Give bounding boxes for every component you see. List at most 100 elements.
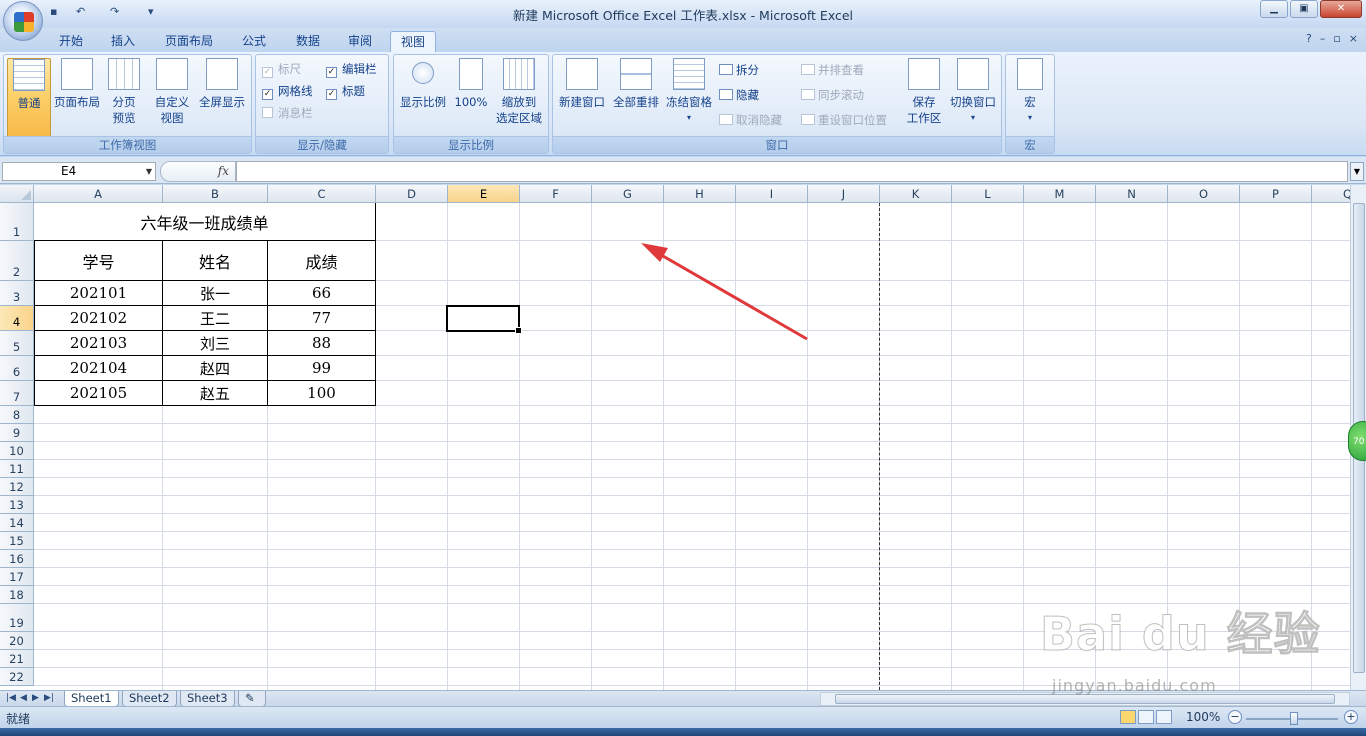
table-cell[interactable]: 赵四	[163, 356, 268, 381]
page-break-shortcut-icon[interactable]	[1156, 710, 1172, 724]
row-header-13[interactable]: 13	[0, 496, 34, 514]
column-header-f[interactable]: F	[520, 185, 592, 203]
tab-page-layout[interactable]: 页面布局	[158, 31, 220, 52]
zoom-out-button[interactable]: −	[1228, 710, 1242, 724]
formula-input[interactable]	[236, 161, 1348, 182]
sync-scroll-button[interactable]: 同步滚动	[801, 86, 864, 104]
column-header-p[interactable]: P	[1240, 185, 1312, 203]
table-cell[interactable]: 王二	[163, 306, 268, 331]
new-window-button[interactable]: 新建窗口	[556, 58, 608, 110]
insert-sheet-icon[interactable]: ✎	[238, 691, 266, 707]
tab-data[interactable]: 数据	[288, 31, 328, 52]
close-button[interactable]: ✕	[1320, 0, 1362, 18]
formula-bar-checkbox[interactable]: ✓ 编辑栏	[326, 61, 377, 78]
row-header-5[interactable]: 5	[0, 331, 34, 356]
side-float-badge[interactable]: 70	[1348, 421, 1366, 461]
table-cell[interactable]: 202105	[34, 381, 163, 406]
table-header-cell[interactable]: 学号	[34, 241, 163, 281]
sheet-tab-sheet2[interactable]: Sheet2	[122, 691, 177, 707]
split-button[interactable]: 拆分	[719, 61, 759, 79]
normal-view-button[interactable]: 普通	[7, 58, 51, 138]
table-title[interactable]: 六年级一班成绩单	[34, 203, 376, 241]
unhide-button[interactable]: 取消隐藏	[719, 111, 782, 129]
row-header-4[interactable]: 4	[0, 306, 34, 331]
zoom-slider-handle[interactable]	[1290, 712, 1298, 725]
row-header-19[interactable]: 19	[0, 604, 34, 632]
column-header-j[interactable]: J	[808, 185, 880, 203]
arrange-all-button[interactable]: 全部重排	[610, 58, 662, 110]
freeze-panes-button[interactable]: 冻结窗格 ▾	[664, 58, 714, 126]
table-header-cell[interactable]: 姓名	[163, 241, 268, 281]
row-header-21[interactable]: 21	[0, 650, 34, 668]
table-cell[interactable]: 202104	[34, 356, 163, 381]
gridlines-checkbox[interactable]: ✓ 网格线	[262, 83, 313, 100]
row-header-1[interactable]: 1	[0, 203, 34, 241]
row-header-22[interactable]: 22	[0, 668, 34, 686]
name-box[interactable]: E4 ▼	[2, 162, 156, 181]
sheet-tab-sheet1[interactable]: Sheet1	[64, 691, 119, 707]
table-cell[interactable]: 202103	[34, 331, 163, 356]
page-break-preview-button[interactable]: 分页 预览	[104, 58, 144, 126]
zoom-in-button[interactable]: +	[1344, 710, 1358, 724]
column-header-b[interactable]: B	[163, 185, 268, 203]
row-header-6[interactable]: 6	[0, 356, 34, 381]
switch-windows-button[interactable]: 切换窗口 ▾	[947, 58, 999, 126]
side-by-side-button[interactable]: 并排查看	[801, 61, 864, 79]
table-cell[interactable]: 赵五	[163, 381, 268, 406]
ruler-checkbox[interactable]: ✓ 标尺	[262, 61, 301, 78]
zoom-100-button[interactable]: 100%	[452, 58, 490, 110]
table-cell[interactable]: 88	[268, 331, 376, 356]
row-header-11[interactable]: 11	[0, 460, 34, 478]
ribbon-minimize-button[interactable]: –	[1320, 32, 1326, 45]
maximize-button[interactable]: ▣	[1290, 0, 1318, 18]
table-cell[interactable]: 99	[268, 356, 376, 381]
expand-formula-bar-icon[interactable]: ▼	[1350, 162, 1364, 181]
select-all-button[interactable]	[0, 185, 34, 203]
table-cell[interactable]: 张一	[163, 281, 268, 306]
last-sheet-icon[interactable]: ▶|	[44, 691, 54, 706]
row-header-17[interactable]: 17	[0, 568, 34, 586]
page-layout-shortcut-icon[interactable]	[1138, 710, 1154, 724]
next-sheet-icon[interactable]: ▶	[32, 691, 39, 706]
zoom-button[interactable]: 显示比例	[397, 58, 449, 110]
column-header-g[interactable]: G	[592, 185, 664, 203]
custom-views-button[interactable]: 自定义 视图	[152, 58, 192, 126]
row-header-10[interactable]: 10	[0, 442, 34, 460]
table-cell[interactable]: 202102	[34, 306, 163, 331]
headings-checkbox[interactable]: ✓ 标题	[326, 83, 365, 100]
table-cell[interactable]: 77	[268, 306, 376, 331]
column-header-l[interactable]: L	[952, 185, 1024, 203]
column-header-d[interactable]: D	[376, 185, 448, 203]
selected-cell-E4[interactable]	[446, 305, 522, 334]
column-header-i[interactable]: I	[736, 185, 808, 203]
row-header-15[interactable]: 15	[0, 532, 34, 550]
column-header-k[interactable]: K	[880, 185, 952, 203]
normal-view-shortcut-icon[interactable]	[1120, 710, 1136, 724]
sheet-tab-sheet3[interactable]: Sheet3	[180, 691, 235, 707]
tab-review[interactable]: 审阅	[340, 31, 380, 52]
zoom-level[interactable]: 100%	[1186, 710, 1220, 724]
table-header-cell[interactable]: 成绩	[268, 241, 376, 281]
tab-view[interactable]: 视图	[390, 31, 436, 52]
insert-function-icon[interactable]: fx	[218, 164, 229, 178]
column-header-c[interactable]: C	[268, 185, 376, 203]
ribbon-restore-button[interactable]: ▫	[1333, 32, 1340, 45]
reset-position-button[interactable]: 重设窗口位置	[801, 111, 887, 129]
first-sheet-icon[interactable]: |◀	[6, 691, 16, 706]
hide-button[interactable]: 隐藏	[719, 86, 759, 104]
office-button[interactable]	[3, 1, 43, 41]
column-header-e[interactable]: E	[448, 185, 520, 203]
table-cell[interactable]: 100	[268, 381, 376, 406]
table-cell[interactable]: 202101	[34, 281, 163, 306]
row-header-8[interactable]: 8	[0, 406, 34, 424]
zoom-to-selection-button[interactable]: 缩放到 选定区域	[492, 58, 546, 126]
column-header-m[interactable]: M	[1024, 185, 1096, 203]
row-header-9[interactable]: 9	[0, 424, 34, 442]
column-header-a[interactable]: A	[34, 185, 163, 203]
row-header-12[interactable]: 12	[0, 478, 34, 496]
minimize-button[interactable]: ▁	[1260, 0, 1288, 18]
table-cell[interactable]: 66	[268, 281, 376, 306]
row-header-7[interactable]: 7	[0, 381, 34, 406]
column-header-o[interactable]: O	[1168, 185, 1240, 203]
tab-formulas[interactable]: 公式	[234, 31, 274, 52]
